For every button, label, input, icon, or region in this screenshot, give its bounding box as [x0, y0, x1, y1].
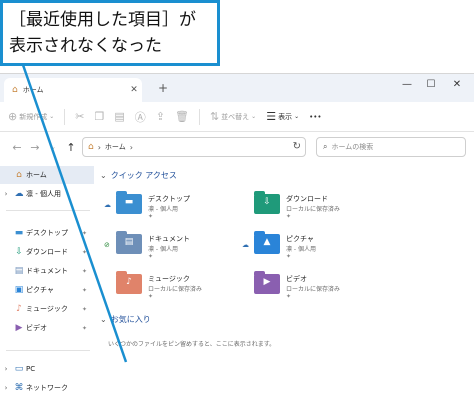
- callout-line-2: 表示されなくなった: [9, 36, 162, 56]
- callout-box: ［最近使用した項目］が 表示されなくなった: [0, 0, 220, 66]
- callout-line-1: ［最近使用した項目］が: [9, 10, 196, 30]
